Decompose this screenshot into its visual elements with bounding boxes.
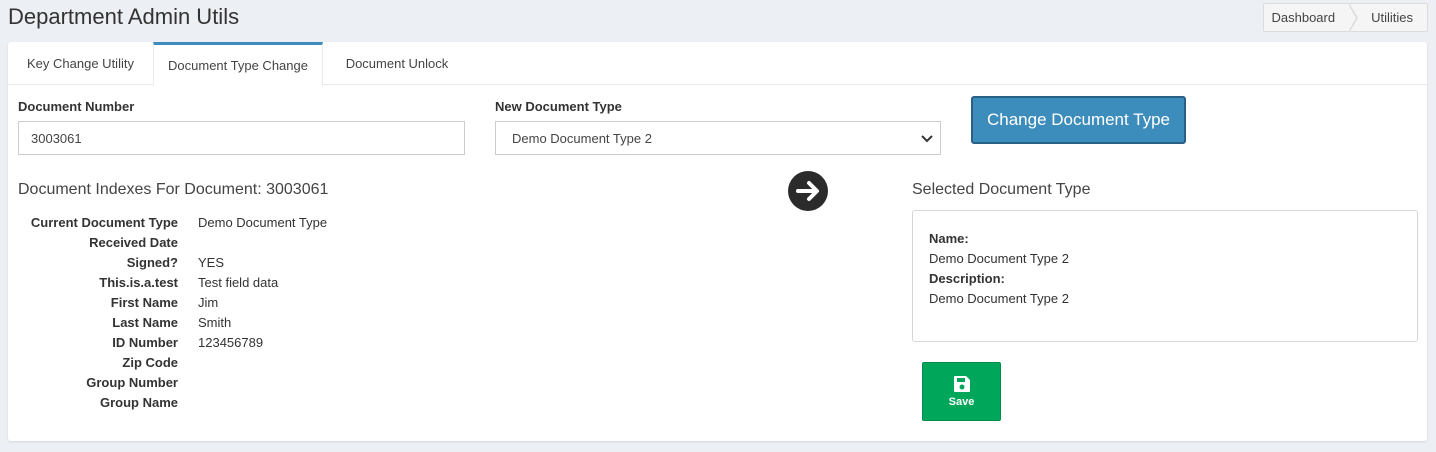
name-value: Demo Document Type 2 xyxy=(929,251,1069,266)
field-row: Received Date xyxy=(18,232,438,252)
field-row: Signed? YES xyxy=(18,252,438,272)
new-document-type-select[interactable]: Demo Document Type 2 xyxy=(495,121,941,155)
description-value: Demo Document Type 2 xyxy=(929,291,1069,306)
change-document-type-label: Change Document Type xyxy=(986,110,1171,129)
field-row: ID Number 123456789 xyxy=(18,332,438,352)
field-key: Last Name xyxy=(112,314,178,330)
breadcrumb-dashboard[interactable]: Dashboard xyxy=(1264,3,1359,33)
field-key: Current Document Type xyxy=(30,214,178,230)
field-key: Zip Code xyxy=(122,354,178,370)
field-row: Group Number xyxy=(18,372,438,392)
field-key: Group Number xyxy=(86,374,178,390)
name-label: Name: xyxy=(929,231,969,246)
field-value: Test field data xyxy=(198,274,279,290)
field-row: Zip Code xyxy=(18,352,438,372)
field-key: Signed? xyxy=(126,254,178,270)
main-card: Key Change Utility Document Type Change … xyxy=(8,42,1427,441)
document-index-fields: Current Document Type Demo Document Type … xyxy=(18,212,438,412)
field-key: Received Date xyxy=(89,234,178,250)
new-document-type-label: New Document Type xyxy=(495,99,622,114)
field-key: Group Name xyxy=(99,394,178,410)
tab-document-type-change[interactable]: Document Type Change xyxy=(153,42,323,86)
breadcrumb-utilities-label: Utilities xyxy=(1371,10,1413,25)
select-value: Demo Document Type 2 xyxy=(512,130,652,146)
tab-bar: Key Change Utility Document Type Change … xyxy=(8,42,1427,86)
field-value: Demo Document Type xyxy=(198,214,328,230)
tab-document-unlock[interactable]: Document Unlock xyxy=(323,42,471,85)
field-value: 123456789 xyxy=(198,334,264,350)
selected-document-type-title: Selected Document Type xyxy=(912,181,1091,198)
document-number-input[interactable] xyxy=(18,121,465,155)
arrow-right-circle-icon xyxy=(788,171,828,211)
field-row: Group Name xyxy=(18,392,438,412)
tab-label: Document Type Change xyxy=(168,58,308,73)
breadcrumb: Dashboard Utilities xyxy=(1263,3,1428,33)
field-key: This.is.a.test xyxy=(99,274,178,290)
tab-key-change-utility[interactable]: Key Change Utility xyxy=(8,42,153,85)
change-document-type-button[interactable]: Change Document Type xyxy=(971,96,1186,144)
floppy-disk-icon xyxy=(953,376,970,392)
description-label: Description: xyxy=(929,271,1005,286)
field-row: First Name Jim xyxy=(18,292,438,312)
field-value: YES xyxy=(198,254,225,270)
field-value: Jim xyxy=(198,294,219,310)
page-title: Department Admin Utils xyxy=(8,4,240,29)
field-value: Smith xyxy=(198,314,232,330)
save-button[interactable]: Save xyxy=(922,362,1001,421)
field-row: Current Document Type Demo Document Type xyxy=(18,212,438,232)
breadcrumb-dashboard-label: Dashboard xyxy=(1271,10,1336,25)
field-key: First Name xyxy=(110,294,178,310)
document-number-label: Document Number xyxy=(18,99,135,114)
save-label: Save xyxy=(948,396,975,408)
tab-label: Key Change Utility xyxy=(27,56,134,71)
tab-label: Document Unlock xyxy=(345,56,449,71)
breadcrumb-separator xyxy=(1348,3,1359,33)
field-row: Last Name Smith xyxy=(18,312,438,332)
selected-document-type-box: Name: Demo Document Type 2 Description: … xyxy=(912,210,1418,342)
field-key: ID Number xyxy=(112,334,178,350)
document-indexes-title: Document Indexes For Document: 3003061 xyxy=(18,181,329,198)
field-row: This.is.a.test Test field data xyxy=(18,272,438,292)
breadcrumb-utilities[interactable]: Utilities xyxy=(1349,4,1427,31)
chevron-down-icon xyxy=(921,135,933,143)
